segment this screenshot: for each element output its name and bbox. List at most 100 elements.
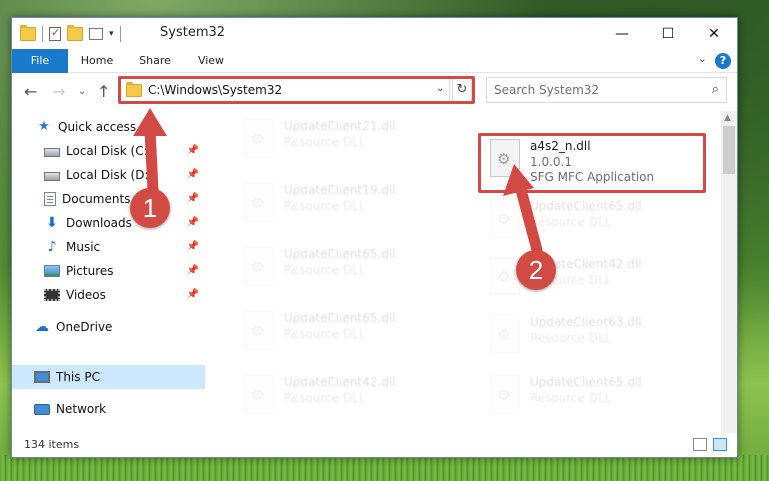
search-placeholder: Search System32 — [494, 83, 600, 97]
sidebar-item-label: Quick access — [58, 120, 137, 134]
pc-icon — [34, 371, 50, 383]
vertical-scrollbar[interactable]: ▲ — [721, 111, 737, 433]
file-type: Resource DLL — [284, 391, 366, 405]
file-name: UpdateClient65.dll — [284, 247, 396, 261]
download-icon: ⬇ — [46, 215, 58, 231]
step-1-badge: 1 — [130, 188, 170, 228]
file-name: UpdateClient21.dll — [284, 119, 396, 133]
expand-ribbon-icon[interactable]: ⌄ — [698, 52, 707, 65]
star-icon: ★ — [38, 119, 50, 134]
file-type: Resource DLL — [284, 327, 366, 341]
scroll-up-icon[interactable]: ▲ — [724, 113, 731, 123]
tab-view[interactable]: View — [186, 49, 236, 73]
file-name: UpdateClient65.dll — [530, 199, 642, 213]
file-item[interactable]: UpdateClient65.dll Resource DLL — [236, 307, 456, 355]
sidebar-item-onedrive[interactable]: ☁ OneDrive — [12, 315, 205, 339]
up-arrow-icon[interactable]: ↑ — [97, 82, 110, 101]
file-highlight-box — [478, 133, 706, 193]
file-item[interactable]: UpdateClient65.dll Resource DLL — [482, 195, 702, 243]
file-item[interactable]: UpdateClient63.dll Resource DLL — [482, 311, 702, 359]
sidebar-item-this-pc[interactable]: This PC — [12, 365, 205, 389]
file-type: Resource DLL — [284, 199, 366, 213]
sidebar-item-network[interactable]: Network — [12, 397, 205, 421]
maximize-button[interactable]: ☐ — [645, 18, 691, 49]
file-name: UpdateClient65.dll — [284, 311, 396, 325]
sidebar-item-documents[interactable]: Documents 📌 — [12, 187, 205, 211]
tab-share[interactable]: Share — [130, 49, 180, 73]
tab-home[interactable]: Home — [72, 49, 122, 73]
details-view-icon[interactable] — [693, 438, 707, 451]
file-item[interactable]: UpdateClient19.dll Resource DLL — [236, 179, 456, 227]
navigation-bar: ← → ⌄ ↑ C:\Windows\System32 ⌄ ↻ Search S… — [12, 74, 737, 108]
close-button[interactable]: ✕ — [691, 18, 737, 49]
sidebar-item-music[interactable]: ♪ Music 📌 — [12, 235, 205, 259]
step-2-badge: 2 — [516, 250, 556, 290]
scrollbar-thumb[interactable] — [723, 126, 735, 174]
file-item[interactable]: UpdateClient21.dll Resource DLL — [236, 115, 456, 163]
file-list: UpdateClient21.dll Resource DLL UpdateCl… — [208, 111, 721, 433]
recent-locations-icon[interactable]: ⌄ — [78, 86, 86, 97]
pin-icon[interactable]: 📌 — [187, 241, 199, 252]
dll-file-icon — [490, 257, 520, 295]
dll-file-icon — [244, 119, 274, 157]
file-name: UpdateClient63.dll — [530, 315, 642, 329]
sidebar-item-label: This PC — [56, 370, 100, 384]
dll-file-icon — [490, 375, 520, 413]
large-icons-view-icon[interactable] — [713, 438, 727, 451]
sidebar-item-quick-access[interactable]: ★ Quick access — [12, 115, 205, 139]
file-type: Resource DLL — [530, 215, 612, 229]
pin-icon[interactable]: 📌 — [187, 217, 199, 228]
dll-file-icon — [490, 315, 520, 353]
dll-file-icon — [244, 311, 274, 349]
pin-icon[interactable]: 📌 — [187, 169, 199, 180]
drive-icon — [44, 147, 60, 157]
network-icon — [34, 403, 50, 415]
minimize-button[interactable]: — — [599, 18, 645, 49]
search-icon: ⌕ — [711, 82, 719, 97]
pin-icon[interactable]: 📌 — [187, 265, 199, 276]
file-item[interactable]: UpdateClient42.dll Resource DLL — [236, 371, 456, 419]
sidebar-item-label: Music — [66, 240, 101, 254]
help-icon[interactable]: ? — [715, 53, 731, 69]
window-title: System32 — [160, 25, 226, 40]
explorer-window: ▾ System32 — ☐ ✕ File Home Share View ⌄ … — [11, 17, 738, 458]
dll-file-icon — [490, 199, 520, 237]
documents-icon — [44, 192, 56, 206]
sidebar-item-pictures[interactable]: Pictures 📌 — [12, 259, 205, 283]
sidebar-item-label: Videos — [66, 288, 106, 302]
folder-icon[interactable] — [20, 25, 36, 41]
sidebar-item-label: OneDrive — [56, 320, 113, 334]
music-icon: ♪ — [47, 239, 57, 255]
drive-icon — [44, 171, 60, 181]
file-name: UpdateClient42.dll — [284, 375, 396, 389]
file-item[interactable]: UpdateClient65.dll Resource DLL — [482, 371, 702, 419]
status-bar: 134 items — [12, 433, 737, 457]
sidebar-item-downloads[interactable]: ⬇ Downloads 📌 — [12, 211, 205, 235]
cloud-icon: ☁ — [35, 319, 49, 335]
properties-icon[interactable] — [49, 26, 61, 41]
dll-file-icon — [244, 375, 274, 413]
pin-icon[interactable]: 📌 — [187, 193, 199, 204]
sidebar-item-label: Documents — [62, 192, 131, 206]
file-type: Resource DLL — [530, 391, 612, 405]
dll-file-icon — [244, 183, 274, 221]
customize-toolbar-icon[interactable] — [89, 28, 103, 40]
back-arrow-icon[interactable]: ← — [24, 82, 37, 101]
pin-icon[interactable]: 📌 — [187, 289, 199, 300]
pin-icon[interactable]: 📌 — [187, 145, 199, 156]
divider — [119, 26, 121, 42]
sidebar-item-local-disk-d[interactable]: Local Disk (D:) 📌 — [12, 163, 205, 187]
chevron-down-icon[interactable]: ▾ — [109, 29, 114, 39]
sidebar-item-local-disk-c[interactable]: Local Disk (C:) 📌 — [12, 139, 205, 163]
search-input[interactable]: Search System32 ⌕ — [486, 77, 727, 103]
item-count: 134 items — [24, 438, 80, 451]
sidebar-item-videos[interactable]: Videos 📌 — [12, 283, 205, 307]
forward-arrow-icon[interactable]: → — [52, 82, 65, 101]
dll-file-icon — [244, 247, 274, 285]
file-item[interactable]: UpdateClient42.dll Resource DLL — [482, 253, 702, 301]
title-bar: ▾ System32 — ☐ ✕ — [12, 18, 737, 49]
file-name: UpdateClient19.dll — [284, 183, 396, 197]
new-folder-icon[interactable] — [67, 25, 83, 41]
file-item[interactable]: UpdateClient65.dll Resource DLL — [236, 243, 456, 291]
tab-file[interactable]: File — [12, 49, 68, 73]
